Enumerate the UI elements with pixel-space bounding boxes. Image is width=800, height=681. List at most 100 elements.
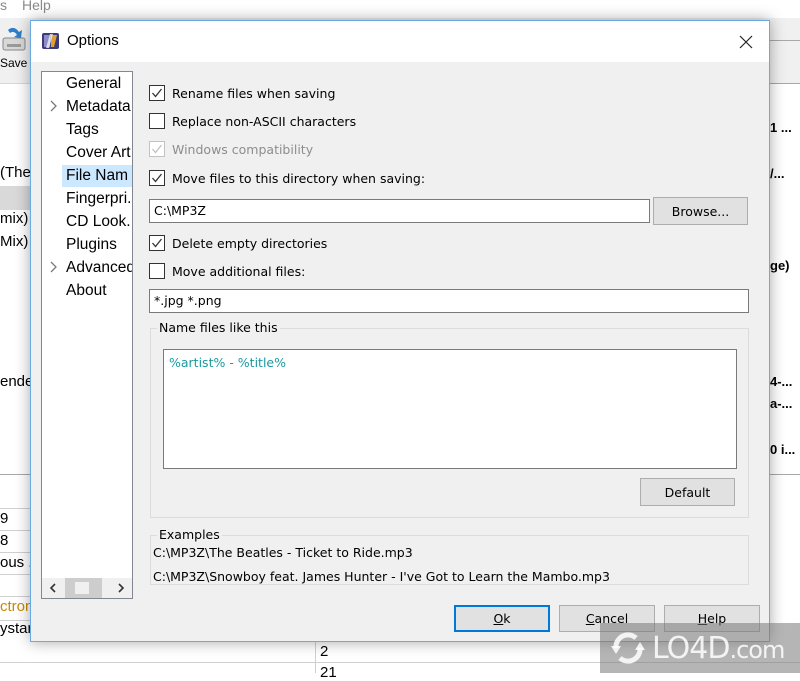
background-cell: 8: [0, 532, 9, 549]
nav-item-label: About: [66, 282, 107, 299]
windows-compat-option: Windows compatibility: [149, 139, 313, 159]
replace-non-ascii-checkbox[interactable]: [149, 113, 165, 129]
nav-item-about[interactable]: About: [42, 280, 132, 302]
background-column-line: [315, 642, 316, 673]
scroll-thumb[interactable]: [75, 582, 89, 594]
nav-item-fingerprinting[interactable]: Fingerpri.: [42, 188, 132, 210]
chevron-right-icon[interactable]: [49, 99, 59, 113]
background-cell: 0 i...: [770, 442, 796, 457]
nav-item-metadata[interactable]: Metadata: [42, 96, 132, 118]
example-line: C:\MP3Z\Snowboy feat. James Hunter - I'v…: [153, 569, 610, 584]
background-cell: a-...: [770, 396, 793, 411]
nav-item-label: Plugins: [66, 236, 117, 253]
nav-item-label: File Nam: [66, 167, 129, 184]
nav-item-tags[interactable]: Tags: [42, 119, 132, 141]
windows-compat-label: Windows compatibility: [172, 141, 314, 157]
rename-files-label: Rename files when saving: [172, 85, 336, 101]
watermark-suffix: .com: [729, 635, 785, 664]
background-cell: 9: [0, 510, 9, 527]
lo4d-logo-icon: [611, 632, 645, 664]
default-button[interactable]: Default: [640, 478, 735, 506]
background-cell: mix): [0, 210, 29, 227]
menu-item-help[interactable]: Help: [22, 0, 51, 13]
nav-item-label: Cover Art: [66, 144, 131, 161]
move-additional-files-label: Move additional files:: [172, 263, 306, 279]
browse-button[interactable]: Browse...: [653, 197, 748, 225]
scroll-left-button[interactable]: [42, 578, 64, 598]
nav-item-cd-lookup[interactable]: CD Look.: [42, 211, 132, 233]
nav-item-advanced[interactable]: Advanced: [42, 257, 132, 279]
rename-files-checkbox[interactable]: [149, 85, 165, 101]
nav-horizontal-scrollbar[interactable]: [42, 578, 132, 598]
options-nav-tree[interactable]: General Metadata Tags Cover Art File Nam…: [41, 71, 133, 599]
background-cell: ctron: [0, 598, 34, 615]
menu-item-partial[interactable]: s: [0, 0, 7, 13]
ok-button[interactable]: Ok: [454, 605, 550, 632]
background-selected-row: [0, 186, 30, 210]
windows-compat-checkbox: [149, 141, 165, 157]
nav-item-label: General: [66, 75, 122, 92]
background-cell: 4-...: [770, 374, 793, 389]
move-additional-files-checkbox[interactable]: [149, 263, 165, 279]
lo4d-watermark: LO4D.com: [600, 623, 800, 673]
background-row-line: [0, 508, 30, 509]
checkmark-icon: [152, 173, 163, 183]
nav-item-file-naming[interactable]: File Nam: [42, 165, 132, 187]
background-cell: ende: [0, 373, 34, 390]
scroll-track[interactable]: [65, 578, 102, 598]
close-icon: [739, 35, 753, 48]
nav-item-label: Metadata: [66, 98, 131, 115]
directory-input[interactable]: C:\MP3Z: [149, 199, 650, 223]
nav-item-label: CD Look.: [66, 213, 131, 230]
dialog-title: Options: [67, 32, 119, 49]
ok-mnemonic: O: [493, 611, 504, 626]
background-cell: ge): [770, 258, 790, 273]
close-button[interactable]: [723, 21, 769, 62]
example-line: C:\MP3Z\The Beatles - Ticket to Ride.mp3: [153, 545, 413, 560]
background-cell: (The: [0, 164, 31, 181]
options-app-icon: [42, 33, 59, 49]
delete-empty-dirs-checkbox[interactable]: [149, 235, 165, 251]
move-files-option[interactable]: Move files to this directory when saving…: [149, 168, 425, 188]
checkmark-icon: [152, 88, 163, 98]
nav-item-general[interactable]: General: [42, 73, 132, 95]
delete-empty-dirs-option[interactable]: Delete empty directories: [149, 233, 327, 253]
chevron-right-icon[interactable]: [49, 260, 59, 274]
examples-group-title: Examples: [157, 527, 222, 542]
cancel-mnemonic: C: [585, 611, 595, 626]
checkmark-icon: [152, 144, 163, 154]
dialog-titlebar[interactable]: Options: [31, 21, 769, 62]
watermark-text: LO4D.com: [652, 630, 785, 666]
nav-item-label: Advanced: [66, 259, 133, 276]
options-dialog: Options General Metadata Tags Cover Art …: [30, 20, 770, 642]
naming-pattern-editor[interactable]: %artist% - %title%: [163, 349, 737, 469]
chevron-left-icon: [49, 583, 56, 593]
background-row-line: [0, 596, 30, 597]
chevron-right-icon: [118, 583, 125, 593]
background-menubar: s Help: [0, 0, 800, 18]
move-files-label: Move files to this directory when saving…: [172, 170, 426, 186]
ok-label: k: [503, 611, 511, 626]
watermark-brand: LO4D: [652, 630, 730, 666]
naming-group-title: Name files like this: [157, 320, 280, 335]
background-cell: 1 ...: [770, 120, 792, 135]
additional-files-input[interactable]: *.jpg *.png: [149, 289, 749, 313]
save-label: Save: [0, 56, 28, 70]
nav-item-plugins[interactable]: Plugins: [42, 234, 132, 256]
background-cell: 2: [320, 643, 329, 660]
nav-item-cover-art[interactable]: Cover Art: [42, 142, 132, 164]
background-cell: Mix): [0, 233, 29, 250]
background-cell: ystar: [0, 620, 33, 637]
rename-files-option[interactable]: Rename files when saving: [149, 83, 335, 103]
background-cell: ous .: [0, 554, 33, 571]
checkmark-icon: [152, 238, 163, 248]
replace-non-ascii-label: Replace non-ASCII characters: [172, 113, 357, 129]
scroll-right-button[interactable]: [110, 578, 132, 598]
replace-non-ascii-option[interactable]: Replace non-ASCII characters: [149, 111, 356, 131]
nav-item-label: Tags: [66, 121, 99, 138]
background-row-line: [0, 552, 30, 553]
move-additional-files-option[interactable]: Move additional files:: [149, 261, 305, 281]
background-row-line: [0, 574, 30, 575]
background-right-panel: [766, 84, 800, 474]
move-files-checkbox[interactable]: [149, 170, 165, 186]
